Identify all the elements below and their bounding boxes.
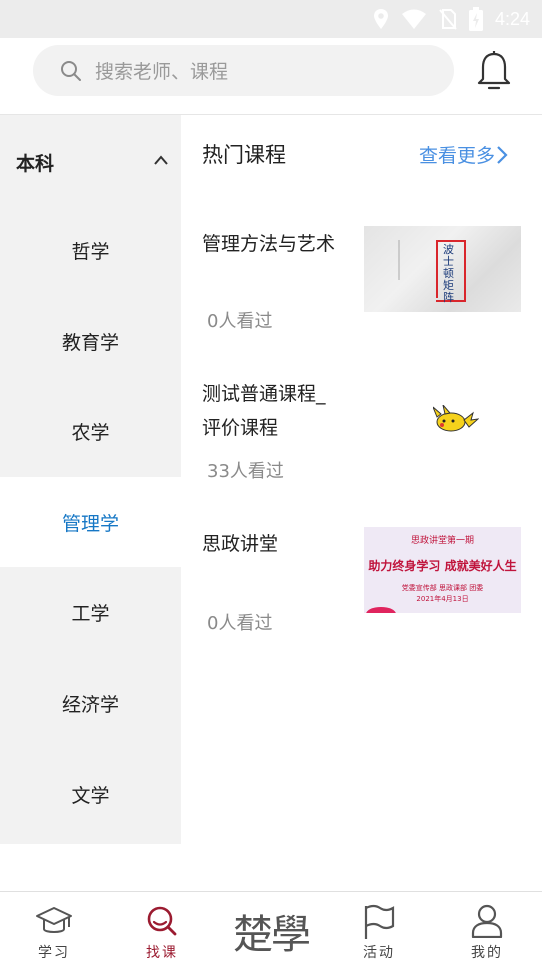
sidebar-item-management[interactable]: 管理学 (0, 477, 181, 567)
sidebar-item-literature[interactable]: 文学 (0, 749, 181, 839)
tab-study[interactable]: 学习 (0, 892, 108, 966)
sidebar-item-engineering[interactable]: 工学 (0, 567, 181, 657)
category-section-header[interactable]: 本科 (0, 115, 181, 205)
location-icon (373, 9, 388, 29)
course-title-line2: 评价课程 (202, 417, 279, 439)
sidebar-item-agriculture[interactable]: 农学 (0, 386, 181, 476)
course-title: 管理方法与艺术 (202, 233, 336, 255)
search-bar[interactable]: 搜索老师、课程 (33, 45, 454, 96)
thumb-caption: 波士顿矩阵 (443, 243, 454, 304)
course-title-line1: 测试普通课程_ (202, 383, 326, 405)
course-title: 思政讲堂 (202, 533, 279, 555)
thumb-line-3: 党委宣传部 思政课部 团委 (401, 584, 484, 592)
sidebar-item-label: 文学 (71, 784, 110, 807)
sidebar-item-label: 工学 (71, 602, 110, 625)
tab-find-course[interactable]: 找课 (108, 892, 216, 966)
tab-label: 找课 (146, 945, 178, 961)
pikachu-thumbnail (433, 405, 479, 432)
status-time: 4:24 (494, 8, 530, 29)
thumb-divider (398, 240, 400, 280)
thumb-line-1: 思政讲堂第一期 (410, 536, 474, 546)
header: 搜索老师、课程 (0, 38, 542, 115)
no-sim-icon (439, 9, 457, 30)
view-more-label: 查看更多 (419, 145, 496, 167)
sidebar-item-education[interactable]: 教育学 (0, 296, 181, 386)
chevron-right-icon (497, 145, 508, 164)
thumb-decoration (366, 607, 396, 613)
tab-label: 学习 (38, 945, 70, 961)
search-icon (61, 60, 81, 81)
sidebar-item-label: 管理学 (61, 512, 119, 535)
tab-label: 活动 (363, 945, 395, 961)
course-views: 0人看过 (207, 311, 273, 332)
section-title: 热门课程 (202, 143, 286, 167)
sidebar-item-economics[interactable]: 经济学 (0, 658, 181, 748)
course-thumbnail: 思政讲堂第一期 助力终身学习 成就美好人生 党委宣传部 思政课部 团委 2021… (364, 527, 521, 613)
chevron-up-icon[interactable] (152, 153, 170, 167)
flag-icon (364, 904, 395, 939)
thumb-line-4: 2021年4月13日 (416, 595, 469, 603)
sidebar-item-label: 农学 (71, 421, 110, 444)
course-thumbnail: 波士顿矩阵 (364, 226, 521, 312)
course-views: 0人看过 (207, 613, 273, 634)
course-card[interactable]: 管理方法与艺术 0人看过 波士顿矩阵 (181, 215, 542, 365)
status-bar: 4:24 (0, 0, 542, 38)
section-label: 本科 (16, 153, 55, 175)
view-more-link[interactable]: 查看更多 (419, 141, 509, 168)
bottom-tab-bar: 学习 找课 楚學 活动 我的 (0, 891, 542, 966)
category-sidebar: 本科 哲学 教育学 农学 管理学 工学 经济学 文学 (0, 115, 181, 844)
course-views: 33人看过 (207, 461, 284, 482)
tab-label: 我的 (471, 945, 503, 961)
notification-bell-icon[interactable] (474, 50, 514, 92)
sidebar-item-philosophy[interactable]: 哲学 (0, 205, 181, 295)
thumb-line-2: 助力终身学习 成就美好人生 (368, 559, 517, 573)
wifi-icon (401, 9, 426, 29)
search-placeholder[interactable]: 搜索老师、课程 (95, 57, 228, 84)
tab-activity[interactable]: 活动 (325, 892, 433, 966)
graduation-cap-icon (36, 907, 72, 933)
person-icon (471, 904, 503, 938)
tab-profile[interactable]: 我的 (433, 892, 541, 966)
sidebar-item-label: 教育学 (61, 331, 119, 354)
course-card[interactable]: 思政讲堂 0人看过 思政讲堂第一期 助力终身学习 成就美好人生 党委宣传部 思政… (181, 527, 542, 677)
course-card[interactable]: 测试普通课程_ 评价课程 33人看过 (181, 377, 542, 527)
sidebar-item-label: 经济学 (61, 693, 119, 716)
tab-chuxue-home[interactable]: 楚學 (217, 892, 325, 966)
course-list-panel: 热门课程 查看更多 管理方法与艺术 0人看过 波士顿矩阵 测试普通课程_ 评价课… (181, 115, 542, 844)
brand-logo: 楚學 (233, 912, 311, 958)
sidebar-item-label: 哲学 (71, 240, 110, 263)
battery-icon (468, 7, 483, 31)
search-course-icon (147, 906, 177, 936)
